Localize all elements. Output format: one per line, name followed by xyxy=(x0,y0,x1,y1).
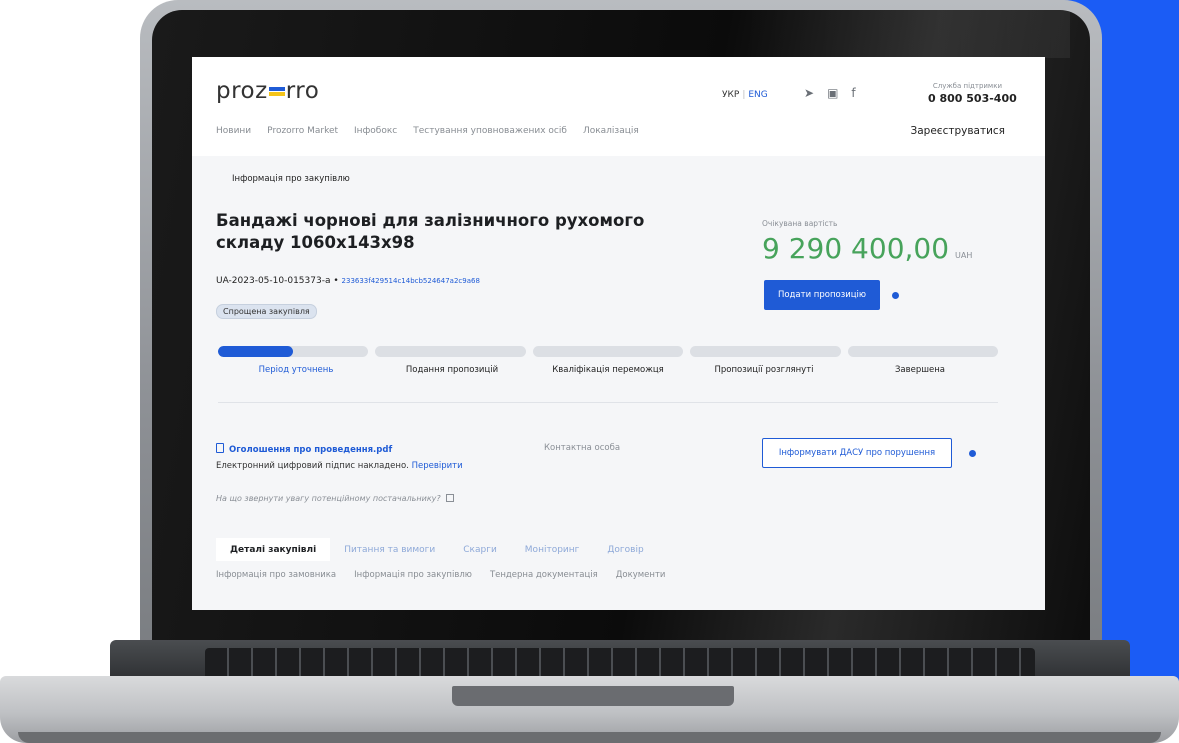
detail-subnav: Інформація про замовника Інформація про … xyxy=(216,570,665,580)
lang-ukr[interactable]: УКР xyxy=(722,90,739,100)
nav-item-market[interactable]: Prozorro Market xyxy=(267,126,338,136)
expected-value-label: Очікувана вартість xyxy=(762,219,838,228)
progress-segment-5 xyxy=(847,346,999,357)
tab-monitoring[interactable]: Моніторинг xyxy=(511,538,594,561)
procedure-type-badge: Спрощена закупівля xyxy=(216,304,317,319)
tab-details[interactable]: Деталі закупівлі xyxy=(216,538,331,561)
youtube-icon[interactable]: ▣ xyxy=(827,86,838,100)
step-reviewed: Пропозиції розглянуті xyxy=(714,365,814,375)
supplier-hint-link[interactable]: На що звернути увагу потенційному постач… xyxy=(216,494,454,503)
file-icon xyxy=(216,443,224,453)
bezel-glare xyxy=(740,10,1070,58)
tab-complaints[interactable]: Скарги xyxy=(449,538,511,561)
signature-status: Електронний цифровий підпис накладено. П… xyxy=(216,461,463,471)
divider xyxy=(218,402,998,403)
step-clarification: Період уточнень xyxy=(258,365,334,375)
expected-value-amount: 9 290 400,00 xyxy=(762,232,950,265)
currency-label: UAH xyxy=(955,251,973,260)
status-steps: Період уточнень Подання пропозицій Квалі… xyxy=(218,365,998,375)
tender-id-line: UA-2023-05-10-015373-a • 233633f429514c1… xyxy=(216,276,480,286)
nav-item-testing[interactable]: Тестування уповноважених осіб xyxy=(413,126,567,136)
nav-item-localization[interactable]: Локалізація xyxy=(583,126,639,136)
subtab-procurement[interactable]: Інформація про закупівлю xyxy=(354,570,472,580)
subtab-tender-docs[interactable]: Тендерна документація xyxy=(490,570,598,580)
progress-segment-2 xyxy=(375,346,526,357)
contact-person-label: Контактна особа xyxy=(544,443,621,453)
laptop-mockup: proz rro УКР | ENG ➤ ▣ f Служба підтримки 0… xyxy=(0,0,1179,743)
supplier-hint-text: На що звернути увагу потенційному постач… xyxy=(216,494,441,503)
report-violation-button[interactable]: Інформувати ДАСУ про порушення xyxy=(762,438,952,468)
step-completed: Завершена xyxy=(894,365,946,375)
tender-hash-link[interactable]: 233633f429514c14bcb524647a2c9a68 xyxy=(342,277,480,285)
lang-eng[interactable]: ENG xyxy=(748,90,767,100)
progress-segment-4 xyxy=(690,346,841,357)
subtab-documents[interactable]: Документи xyxy=(616,570,666,580)
breadcrumb[interactable]: Інформація про закупівлю xyxy=(232,174,350,184)
progress-segment-3 xyxy=(532,346,684,357)
touchpad xyxy=(452,686,734,706)
logo-text-right: rro xyxy=(285,78,320,104)
support-label: Служба підтримки xyxy=(932,82,1002,90)
laptop-screen: proz rro УКР | ENG ➤ ▣ f Служба підтримки 0… xyxy=(192,57,1045,610)
info-icon[interactable] xyxy=(969,450,976,457)
status-progress-bar xyxy=(218,346,999,357)
prozorro-logo[interactable]: proz rro xyxy=(216,78,319,104)
progress-segment-1 xyxy=(218,346,369,357)
info-icon[interactable] xyxy=(892,292,899,299)
laptop-base-edge xyxy=(18,732,1161,743)
flag-icon xyxy=(268,87,285,96)
signature-text: Електронний цифровий підпис накладено. xyxy=(216,461,409,471)
tab-questions[interactable]: Питання та вимоги xyxy=(330,538,449,561)
telegram-icon[interactable]: ➤ xyxy=(804,86,814,100)
logo-text-left: proz xyxy=(216,78,268,104)
document-name: Оголошення про проведення.pdf xyxy=(229,445,393,455)
social-links: ➤ ▣ f xyxy=(804,86,856,100)
submit-offer-button[interactable]: Подати пропозицію xyxy=(764,280,880,310)
progress-fill xyxy=(218,346,294,357)
tender-id: UA-2023-05-10-015373-a xyxy=(216,276,331,286)
site-header: proz rro УКР | ENG ➤ ▣ f Служба підтримки 0… xyxy=(192,57,1045,156)
page-title: Бандажі чорнові для залізничного рухомог… xyxy=(216,211,645,252)
register-link[interactable]: Зареєструватися xyxy=(911,125,1005,137)
external-link-icon xyxy=(445,494,454,502)
nav-item-infobox[interactable]: Інфобокс xyxy=(354,126,397,136)
step-qualification: Кваліфікація переможця xyxy=(552,365,664,375)
facebook-icon[interactable]: f xyxy=(851,86,855,100)
tender-tabs: Деталі закупівлі Питання та вимоги Скарг… xyxy=(216,538,658,561)
subtab-customer[interactable]: Інформація про замовника xyxy=(216,570,336,580)
verify-signature-link[interactable]: Перевірити xyxy=(412,461,463,471)
nav-item-news[interactable]: Новини xyxy=(216,126,251,136)
expected-value: 9 290 400,00 UAH xyxy=(762,232,972,265)
language-switcher: УКР | ENG xyxy=(722,90,768,100)
step-submission: Подання пропозицій xyxy=(405,365,499,375)
tab-contract[interactable]: Договір xyxy=(593,538,657,561)
support-phone[interactable]: 0 800 503-400 xyxy=(928,92,1017,105)
document-link[interactable]: Оголошення про проведення.pdf xyxy=(216,443,392,455)
main-nav: Новини Prozorro Market Інфобокс Тестуван… xyxy=(216,126,639,136)
support-block: Служба підтримки 0 800 503-400 xyxy=(928,82,1017,105)
id-separator: • xyxy=(333,276,339,286)
tender-page: Інформація про закупівлю Бандажі чорнові… xyxy=(192,156,1045,610)
